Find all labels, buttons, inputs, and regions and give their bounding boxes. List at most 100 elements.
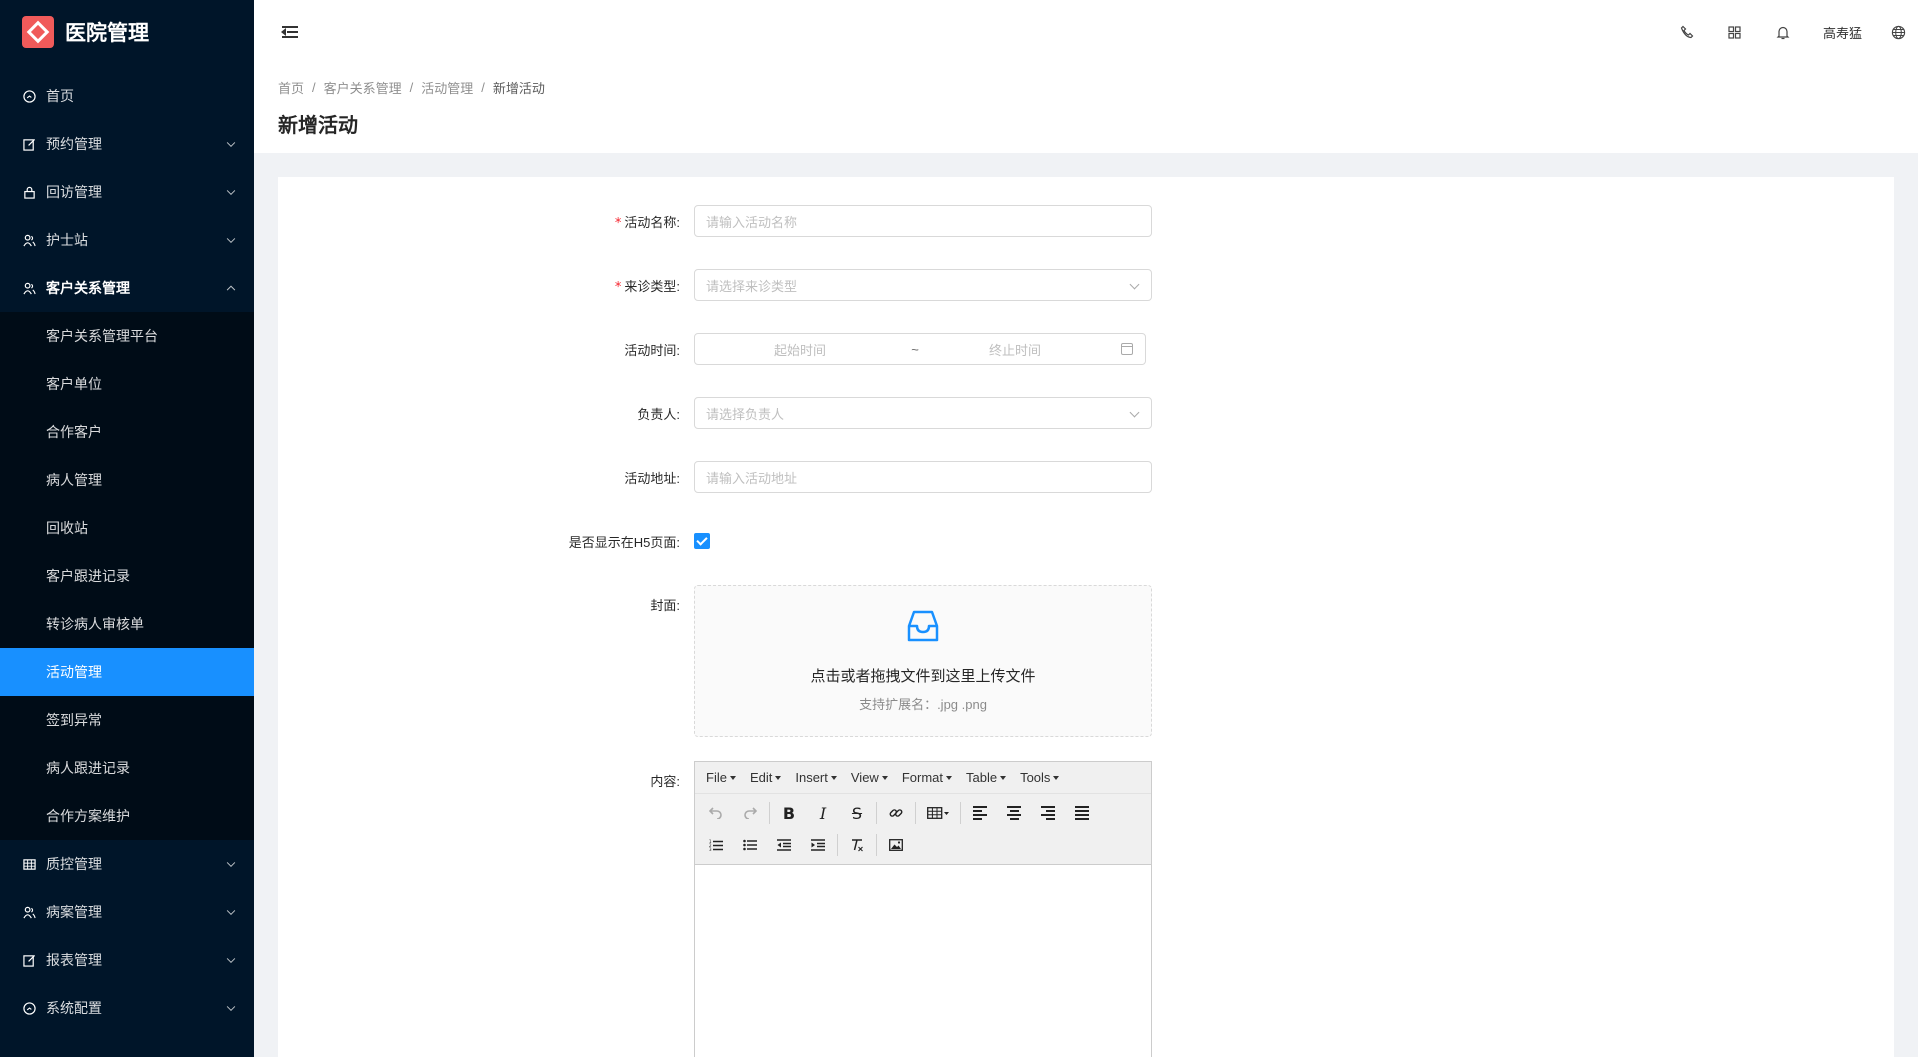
visit-type-select[interactable]: 请选择来诊类型 <box>694 269 1152 301</box>
breadcrumb-activity-management[interactable]: 活动管理 <box>421 78 473 97</box>
submenu-item-patient-followup[interactable]: 病人跟进记录 <box>0 744 254 792</box>
chevron-down-icon <box>226 1002 236 1012</box>
numbered-list-icon[interactable]: 123 <box>699 831 733 859</box>
strikethrough-icon[interactable]: S <box>840 799 874 827</box>
svg-text:3: 3 <box>709 847 712 851</box>
italic-icon[interactable]: I <box>806 799 840 827</box>
submenu-item-cooperation-plans[interactable]: 合作方案维护 <box>0 792 254 840</box>
image-icon[interactable] <box>879 831 913 859</box>
sidebar-item-label: 报表管理 <box>46 952 102 968</box>
editor-content-area[interactable] <box>695 865 1151 1057</box>
sidebar-item-label: 回访管理 <box>46 184 102 200</box>
link-icon[interactable] <box>879 799 913 827</box>
edit-icon <box>22 137 36 151</box>
redo-icon[interactable] <box>733 799 767 827</box>
bullet-list-icon[interactable] <box>733 831 767 859</box>
required-mark: * <box>614 279 622 295</box>
sidebar-item-home[interactable]: 首页 <box>0 72 254 120</box>
sidebar-item-quality-control[interactable]: 质控管理 <box>0 840 254 888</box>
submenu-item-customer-units[interactable]: 客户单位 <box>0 360 254 408</box>
clear-format-icon[interactable] <box>840 831 874 859</box>
breadcrumb: 首页 / 客户关系管理 / 活动管理 / 新增活动 <box>278 78 545 97</box>
hospital-logo-icon <box>22 16 54 48</box>
cover-label: 封面: <box>650 598 680 613</box>
outdent-icon[interactable] <box>767 831 801 859</box>
align-justify-icon[interactable] <box>1065 799 1099 827</box>
submenu-item-partner-customers[interactable]: 合作客户 <box>0 408 254 456</box>
app-logo[interactable]: 医院管理 <box>0 0 254 64</box>
bell-icon[interactable] <box>1759 0 1807 64</box>
chevron-down-icon <box>226 954 236 964</box>
sidebar-item-label: 病案管理 <box>46 904 102 920</box>
sidebar-item-system-config[interactable]: 系统配置 <box>0 984 254 1032</box>
rich-text-editor: File Edit Insert View Format Table Tools… <box>694 761 1152 1057</box>
align-center-icon[interactable] <box>997 799 1031 827</box>
menu-fold-icon[interactable] <box>280 24 300 40</box>
undo-icon[interactable] <box>699 799 733 827</box>
chevron-down-icon <box>226 858 236 868</box>
dashboard-icon <box>22 1001 36 1015</box>
show-h5-checkbox[interactable] <box>694 533 710 549</box>
form-row-activity-time: 活动时间: 起始时间 ~ 终止时间 <box>278 333 1278 365</box>
submenu-item-checkin-exceptions[interactable]: 签到异常 <box>0 696 254 744</box>
globe-icon[interactable] <box>1878 0 1918 64</box>
breadcrumb-current: 新增活动 <box>492 81 545 96</box>
sidebar-item-reports[interactable]: 报表管理 <box>0 936 254 984</box>
edit-icon <box>22 953 36 967</box>
chevron-down-icon <box>226 138 236 148</box>
editor-menu-format[interactable]: Format <box>895 770 959 785</box>
cover-upload-dropzone[interactable]: 点击或者拖拽文件到这里上传文件 支持扩展名：.jpg .png <box>694 585 1152 737</box>
sidebar-menu: 首页 预约管理 回访管理 护士站 客户关系管理 客户关系管理平台 客户单位 合作… <box>0 72 254 1032</box>
submenu-item-activity-management[interactable]: 活动管理 <box>0 648 254 696</box>
sidebar-item-medical-records[interactable]: 病案管理 <box>0 888 254 936</box>
editor-menu-insert[interactable]: Insert <box>788 770 844 785</box>
editor-menu-edit[interactable]: Edit <box>743 770 788 785</box>
indent-icon[interactable] <box>801 831 835 859</box>
sidebar-item-label: 预约管理 <box>46 136 102 152</box>
sidebar-item-appointments[interactable]: 预约管理 <box>0 120 254 168</box>
activity-time-range-picker[interactable]: 起始时间 ~ 终止时间 <box>694 333 1146 365</box>
address-input[interactable]: 请输入活动地址 <box>694 461 1152 493</box>
activity-name-input[interactable]: 请输入活动名称 <box>694 205 1152 237</box>
submenu-item-recycle-bin[interactable]: 回收站 <box>0 504 254 552</box>
dashboard-icon <box>22 89 36 103</box>
user-name[interactable]: 高寿猛 <box>1807 23 1878 42</box>
sidebar-item-label: 质控管理 <box>46 856 102 872</box>
editor-menu-tools[interactable]: Tools <box>1013 770 1066 785</box>
editor-menubar: File Edit Insert View Format Table Tools <box>695 762 1151 794</box>
submenu-item-customer-followup[interactable]: 客户跟进记录 <box>0 552 254 600</box>
submenu-item-patient-management[interactable]: 病人管理 <box>0 456 254 504</box>
phone-icon[interactable] <box>1663 0 1711 64</box>
form-row-address: 活动地址: 请输入活动地址 <box>278 461 1278 493</box>
editor-menu-view[interactable]: View <box>844 770 895 785</box>
upload-hint: 支持扩展名：.jpg .png <box>859 697 987 712</box>
table-insert-icon[interactable] <box>918 799 958 827</box>
calendar-icon <box>1121 343 1133 355</box>
breadcrumb-crm[interactable]: 客户关系管理 <box>324 78 402 97</box>
sidebar-item-label: 系统配置 <box>46 1000 102 1016</box>
breadcrumb-home[interactable]: 首页 <box>278 78 304 97</box>
end-time-input[interactable]: 终止时间 <box>925 340 1105 359</box>
editor-menu-table[interactable]: Table <box>959 770 1013 785</box>
submenu-item-referral-review[interactable]: 转诊病人审核单 <box>0 600 254 648</box>
sidebar-item-crm[interactable]: 客户关系管理 <box>0 264 254 312</box>
users-icon <box>22 281 36 295</box>
sidebar-item-nurse-station[interactable]: 护士站 <box>0 216 254 264</box>
bold-icon[interactable]: B <box>772 799 806 827</box>
align-left-icon[interactable] <box>963 799 997 827</box>
align-right-icon[interactable] <box>1031 799 1065 827</box>
chevron-down-icon <box>226 186 236 196</box>
submenu-item-crm-platform[interactable]: 客户关系管理平台 <box>0 312 254 360</box>
show-h5-checkbox-wrapper <box>694 533 710 549</box>
apps-icon[interactable] <box>1711 0 1759 64</box>
editor-menu-file[interactable]: File <box>699 770 743 785</box>
sidebar-item-followup[interactable]: 回访管理 <box>0 168 254 216</box>
visit-type-label: * 来诊类型: <box>614 278 680 295</box>
upload-text: 点击或者拖拽文件到这里上传文件 <box>810 668 1036 685</box>
start-time-input[interactable]: 起始时间 <box>695 340 905 359</box>
form-row-cover: 封面: 点击或者拖拽文件到这里上传文件 支持扩展名：.jpg .png <box>278 585 1278 737</box>
users-icon <box>22 905 36 919</box>
address-label: 活动地址: <box>624 470 680 486</box>
owner-select[interactable]: 请选择负责人 <box>694 397 1152 429</box>
sidebar: 医院管理 首页 预约管理 回访管理 护士站 客户关系管理 客户关系管理平台 客户… <box>0 0 254 1057</box>
